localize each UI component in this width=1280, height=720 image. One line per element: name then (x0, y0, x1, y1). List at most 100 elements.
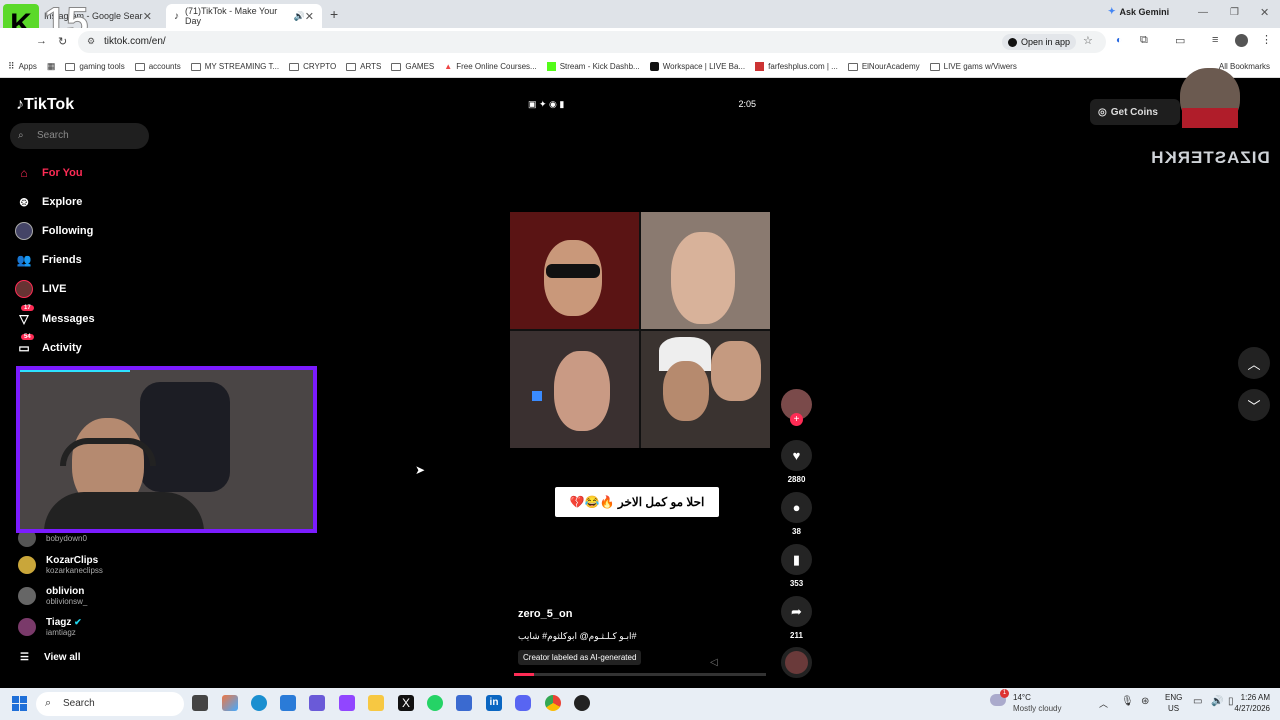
close-tab-icon[interactable]: ✕ (305, 10, 314, 23)
microphone-icon[interactable]: 🎙 (1121, 696, 1134, 707)
site-info-icon[interactable]: ⚙ (87, 36, 95, 47)
bookmark-grid[interactable]: ▦ (47, 61, 56, 72)
location-icon[interactable]: ⊛ (1141, 696, 1149, 707)
bookmark-apps[interactable]: ⠿ Apps (8, 61, 37, 72)
share-button[interactable]: ➦ 211 (781, 596, 812, 640)
logo-text: TikTok (24, 96, 75, 113)
following-account[interactable]: KozarClips kozarkaneclipss (18, 555, 103, 575)
video-player[interactable] (510, 212, 770, 448)
restore-icon[interactable]: ❐ (1230, 7, 1239, 18)
twitch-icon[interactable] (339, 695, 355, 711)
clock-time[interactable]: 1:26 AM (1238, 693, 1270, 702)
linkedin-icon[interactable]: in (486, 695, 502, 711)
obs-icon[interactable] (574, 695, 590, 711)
copilot-icon[interactable] (222, 695, 238, 711)
reload-icon[interactable]: ↻ (58, 35, 67, 48)
account-handle: oblivionsw_ (46, 597, 88, 606)
next-video-button[interactable]: ﹀ (1238, 389, 1270, 421)
nav-label: Friends (42, 254, 82, 266)
cast-icon[interactable]: ▭ (1175, 34, 1185, 47)
sound-disc-button[interactable] (781, 647, 812, 678)
tiktok-logo[interactable]: ♪TikTok (16, 96, 74, 114)
following-account[interactable]: Tiagz ✔ iamtiagz (18, 617, 82, 637)
nav-following[interactable]: Following (14, 222, 93, 240)
bookmark-label: ElNourAcademy (861, 62, 920, 71)
video-author[interactable]: zero_5_on (518, 608, 572, 620)
clock-date: 4/27/2026 (1234, 704, 1270, 713)
language-indicator[interactable]: ENG (1165, 693, 1182, 702)
bookmark-folder[interactable]: ElNourAcademy (847, 62, 920, 71)
extensions-puzzle-icon[interactable]: ⧉ (1140, 34, 1148, 47)
previous-video-button[interactable]: ︿ (1238, 347, 1270, 379)
volume-icon[interactable]: 🔊 (1211, 696, 1223, 707)
queue-icon[interactable]: ≡ (1212, 34, 1218, 46)
person (663, 361, 709, 421)
weather-temp[interactable]: 14°C (1013, 693, 1031, 702)
menu-dots-icon[interactable]: ⋮ (1261, 33, 1272, 46)
following-account[interactable]: oblivion oblivionsw_ (18, 586, 87, 606)
bookmark-folder[interactable]: LIVE gams w/Viwers (929, 62, 1017, 71)
profile-avatar[interactable] (1235, 34, 1248, 47)
open-in-app-button[interactable]: Open in app (1002, 34, 1077, 50)
nav-for-you[interactable]: ⌂ For You (14, 164, 82, 182)
teams-icon[interactable] (309, 695, 325, 711)
bookmark-folder[interactable]: gaming tools (65, 62, 125, 71)
nav-live[interactable]: LIVE (14, 280, 66, 298)
bookmark-folder[interactable]: CRYPTO (289, 62, 336, 71)
grid-icon: ▦ (46, 61, 56, 71)
bookmark-folder[interactable]: MY STREAMING T... (190, 62, 280, 71)
nav-activity[interactable]: ▭ 54 Activity (14, 334, 82, 357)
nav-explore[interactable]: ⊛ Explore (14, 193, 82, 211)
new-tab-icon[interactable]: + (330, 6, 338, 22)
search-input[interactable]: ⌕ Search (10, 123, 149, 149)
whatsapp-icon[interactable] (427, 695, 443, 711)
bookmark-star-icon[interactable]: ☆ (1083, 34, 1093, 47)
nav-friends[interactable]: 👥 Friends (14, 251, 82, 269)
bookmark-folder[interactable]: ARTS (346, 62, 381, 71)
taskbar-search[interactable]: ⌕ Search (36, 692, 184, 716)
video-progress-bar[interactable] (514, 673, 766, 676)
ask-gemini-button[interactable]: ✦ Ask Gemini (1108, 6, 1169, 17)
follow-plus-icon[interactable]: + (790, 413, 803, 426)
tray-chevron-icon[interactable]: ︿ (1099, 697, 1108, 710)
comment-button[interactable]: ● 38 (781, 492, 812, 536)
x-app-icon[interactable]: X (398, 695, 414, 711)
view-all-link[interactable]: ☰ View all (20, 652, 80, 663)
forward-icon[interactable]: → (36, 35, 47, 47)
bookmark-link[interactable]: Stream - Kick Dashb... (546, 62, 640, 71)
nav-messages[interactable]: ▽ 17 Messages (14, 305, 95, 328)
close-window-icon[interactable]: ✕ (1260, 6, 1269, 19)
store-icon[interactable] (280, 695, 296, 711)
bookmark-label: GAMES (405, 62, 435, 71)
share-count: 211 (790, 631, 803, 640)
close-tab-icon[interactable]: ✕ (143, 10, 152, 23)
file-explorer-icon[interactable] (368, 695, 384, 711)
bookmark-link[interactable]: farfeshplus.com | ... (755, 62, 838, 71)
discord-icon[interactable] (515, 695, 531, 711)
url-field[interactable]: ⚙ tiktok.com/en/ Open in app ☆ (78, 31, 1106, 53)
save-button[interactable]: ▮ 353 (781, 544, 812, 588)
ask-gemini-label: Ask Gemini (1119, 6, 1170, 17)
account-name: Tiagz (46, 617, 72, 628)
task-view-icon[interactable] (192, 695, 208, 711)
bookmark-link[interactable]: Workspace | LIVE Ba... (649, 62, 745, 71)
creator-avatar-button[interactable]: + (781, 389, 812, 426)
network-app-icon[interactable] (456, 695, 472, 711)
tab-title: (71)TikTok - Make Your Day (185, 6, 278, 26)
bookmark-label: MY STREAMING T... (204, 62, 280, 71)
display-icon[interactable]: ▭ (1193, 696, 1202, 707)
heart-icon: ♥ (781, 440, 812, 471)
browser-tab-tiktok[interactable]: ♪ (71)TikTok - Make Your Day 🔊 ✕ (166, 4, 322, 28)
edge-icon[interactable] (251, 695, 267, 711)
webcam-accent-bar (20, 370, 130, 372)
like-button[interactable]: ♥ 2880 (781, 440, 812, 484)
bookmark-folder[interactable]: GAMES (391, 62, 434, 71)
mouse-cursor-icon: ➤ (415, 463, 426, 477)
chrome-icon[interactable] (545, 695, 561, 711)
bookmark-label: Stream - Kick Dashb... (559, 62, 640, 71)
windows-start-icon[interactable] (12, 696, 28, 712)
bookmark-folder[interactable]: accounts (134, 62, 181, 71)
minimize-icon[interactable]: — (1198, 7, 1208, 18)
extension-icon[interactable]: ◐ (1116, 35, 1122, 46)
bookmark-link[interactable]: ▲ Free Online Courses... (444, 62, 536, 71)
